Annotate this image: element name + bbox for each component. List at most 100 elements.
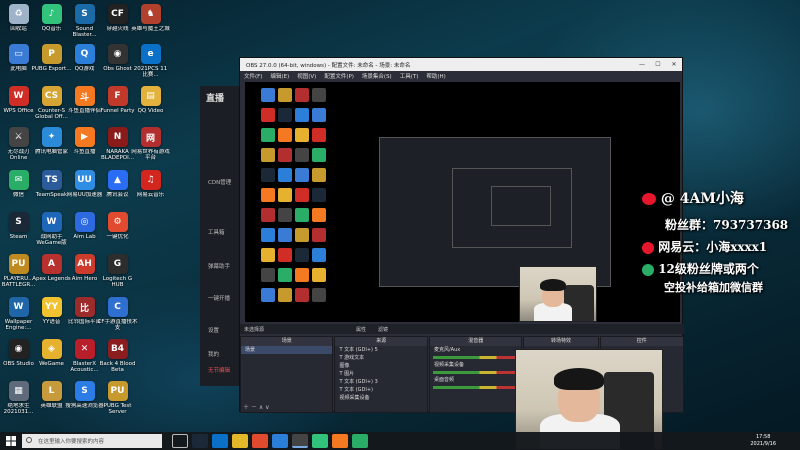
- source-item[interactable]: T 图片: [335, 370, 426, 378]
- start-button[interactable]: [0, 432, 22, 450]
- side-item-cdn[interactable]: CDN管理: [208, 178, 231, 186]
- side-item-danmaku[interactable]: 弹幕助手: [208, 262, 230, 270]
- source-item[interactable]: T 文本 (GDI+) 5: [335, 346, 426, 354]
- volume-meter[interactable]: [432, 371, 519, 374]
- desktop-icon[interactable]: ◉ Obs Ghost: [101, 44, 134, 87]
- desktop-icon[interactable]: W 战网助手 WeGame版: [35, 212, 68, 255]
- qqmusic-taskbar-icon[interactable]: [312, 434, 328, 448]
- desktop-icon[interactable]: ✕ BlasterX Acoustic...: [68, 339, 101, 382]
- desktop-icon[interactable]: G Logitech G HUB: [101, 254, 134, 297]
- desktop-icon[interactable]: ♫ 网易云音乐: [134, 170, 167, 213]
- menu-tools[interactable]: 工具(T): [400, 72, 419, 80]
- desktop-icon[interactable]: ⚙ 一键优化: [101, 212, 134, 255]
- taskbar-search[interactable]: 在这里输入你要搜索的内容: [22, 434, 162, 448]
- app-taskbar-icon[interactable]: [252, 434, 268, 448]
- side-item-golive[interactable]: 一键开播: [208, 294, 230, 302]
- desktop-icon[interactable]: S Sound Blaster...: [68, 4, 101, 47]
- desktop-icon-label: Back 4 Blood Beta: [99, 361, 136, 373]
- desktop-icon[interactable]: PU PLAYERU... BATTLEGR...: [2, 254, 35, 297]
- app-icon: F: [107, 86, 128, 106]
- volume-meter[interactable]: [432, 356, 519, 359]
- desktop-icon[interactable]: ▭ 此电脑: [2, 44, 35, 87]
- explorer-taskbar-icon[interactable]: [232, 434, 248, 448]
- desktop-icon[interactable]: ⚔ 无尽战刃 Online: [2, 127, 35, 170]
- desktop-icon[interactable]: ▶ 斗鱼直播: [68, 127, 101, 170]
- desktop-icon[interactable]: S Steam: [2, 212, 35, 255]
- desktop-icon[interactable]: W WPS Office: [2, 86, 35, 129]
- properties-button[interactable]: 属性: [356, 326, 366, 333]
- wechat-taskbar-icon[interactable]: [352, 434, 368, 448]
- desktop-icon[interactable]: ♪ QQ音乐: [35, 4, 68, 47]
- edge-taskbar-icon[interactable]: [212, 434, 228, 448]
- desktop-icon[interactable]: UU 网易UU加速器: [67, 170, 102, 213]
- obs-preview[interactable]: [245, 82, 680, 322]
- desktop-icon[interactable]: B4 Back 4 Blood Beta: [100, 339, 135, 382]
- desktop-icon[interactable]: ◈ WeGame: [35, 339, 68, 382]
- menu-scene-collection[interactable]: 场景集合(S): [362, 72, 392, 80]
- app-taskbar-icon[interactable]: [272, 434, 288, 448]
- side-item-toolbox[interactable]: 工具箱: [208, 228, 225, 236]
- side-item-settings[interactable]: 设置: [208, 326, 219, 334]
- desktop-icon[interactable]: YY YY语音: [35, 297, 68, 340]
- menu-profile[interactable]: 配置文件(P): [324, 72, 354, 80]
- desktop-icon[interactable]: ♞ 英雄与魔王之城: [131, 4, 170, 47]
- desktop-icon[interactable]: C CF手游直播技术支: [98, 297, 138, 340]
- windows-icon: [6, 436, 16, 446]
- desktop-icon[interactable]: ✦ 腾讯电脑管家: [35, 127, 68, 170]
- app-icon: ◎: [74, 212, 95, 232]
- desktop-icon[interactable]: ◉ OBS Studio: [2, 339, 35, 382]
- desktop-icon[interactable]: P PUBG Esport...: [32, 44, 71, 87]
- desktop-icon[interactable]: L 英雄联盟: [35, 381, 68, 424]
- app-icon: ▭: [8, 44, 29, 64]
- desktop-icon[interactable]: Q QQ游戏: [68, 44, 101, 87]
- desktop-icon[interactable]: ✉ 微信: [2, 170, 35, 213]
- desktop-icon[interactable]: A Apex Legends: [32, 254, 71, 297]
- desktop-icon[interactable]: 比比邻国际平台: [68, 297, 101, 340]
- source-item[interactable]: T 游戏文本: [335, 354, 426, 362]
- taskbar-clock[interactable]: 17:58 2021/9/16: [750, 434, 776, 448]
- desktop-icon[interactable]: S 搜狗高速浏览器: [65, 381, 104, 424]
- desktop-icon[interactable]: W Wallpaper Engine:...: [2, 297, 35, 340]
- scenes-add-remove[interactable]: ＋ － ∧ ∨: [243, 402, 270, 411]
- minimize-button[interactable]: —: [634, 58, 650, 71]
- obs-title: OBS 27.0.0 (64-bit, windows) - 配置文件: 未命名…: [246, 62, 411, 69]
- desktop-icon[interactable]: ▦ 绝地求生 2021031...: [2, 381, 35, 424]
- desktop-icon[interactable]: PU PUBG Test Server: [101, 381, 134, 424]
- desktop-icon[interactable]: CS Counter-S Global Off...: [35, 86, 68, 129]
- scene-item[interactable]: 场景: [241, 346, 333, 354]
- desktop-icon[interactable]: 斗斗鱼直播伴侣: [68, 86, 101, 129]
- volume-meter[interactable]: [432, 386, 519, 389]
- filters-button[interactable]: 滤镜: [378, 326, 388, 333]
- preview-desktop-tile: [261, 248, 275, 262]
- menu-edit[interactable]: 编辑(E): [270, 72, 289, 80]
- desktop-icon[interactable]: F Funnel Party: [100, 86, 135, 129]
- side-item-mine[interactable]: 我的: [208, 350, 219, 358]
- preview-desktop-tile: [261, 288, 275, 302]
- douyu-taskbar-icon[interactable]: [332, 434, 348, 448]
- close-button[interactable]: ✕: [666, 58, 682, 71]
- menu-file[interactable]: 文件(F): [244, 72, 262, 80]
- menu-help[interactable]: 帮助(H): [426, 72, 445, 80]
- obs-taskbar-icon[interactable]: [292, 434, 308, 448]
- desktop-icon[interactable]: CF 穿越火线: [101, 4, 134, 47]
- no-source-label: 未选择源: [244, 326, 265, 333]
- side-item-bottom[interactable]: 无节编辑: [208, 366, 230, 374]
- desktop-icon[interactable]: ▤ QQ Video: [134, 86, 167, 129]
- steam-taskbar-icon[interactable]: [192, 434, 208, 448]
- maximize-button[interactable]: ☐: [650, 58, 666, 71]
- desktop-icon[interactable]: e 2021PCS 11 比赛...: [134, 44, 167, 87]
- source-item[interactable]: T 文本 (GDI+) 3: [335, 378, 426, 386]
- source-item[interactable]: 图像: [335, 362, 426, 370]
- desktop-icon[interactable]: ◎ Aim Lab: [68, 212, 101, 255]
- menu-view[interactable]: 视图(V): [297, 72, 316, 80]
- desktop-icon[interactable]: TS TeamSpeak: [35, 170, 68, 213]
- desktop-icon[interactable]: AH Aim Hero: [68, 254, 101, 297]
- desktop-icon[interactable]: ♻ 回收站: [2, 4, 35, 47]
- source-item[interactable]: 视频采集设备: [335, 394, 426, 402]
- task-view-icon[interactable]: [172, 434, 188, 448]
- desktop-icon[interactable]: N NARAKA BLADEPOI...: [101, 127, 134, 170]
- source-item[interactable]: T 文本 (GDI+): [335, 386, 426, 394]
- nested-preview-3: [491, 186, 551, 226]
- desktop-icon[interactable]: 网网易世界有游戏平台: [131, 127, 170, 170]
- desktop-icon[interactable]: ▲ 腾讯会议: [101, 170, 134, 213]
